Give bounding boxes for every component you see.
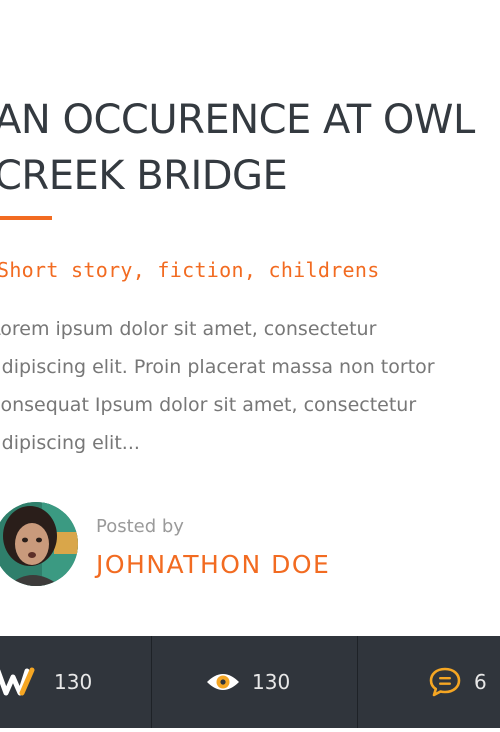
post-categories[interactable]: Short story, fiction, childrens [0,258,380,282]
excerpt-line: adipiscing elit. Proin placerat massa no… [0,356,435,378]
excerpt-line: Lorem ipsum dolor sit amet, consectetur [0,318,377,340]
excerpt-line: consequat Ipsum dolor sit amet, consecte… [0,394,417,416]
author-name-link[interactable]: JOHNATHON DOE [96,550,330,579]
comments-stat[interactable]: 6 [358,636,500,728]
post-card: AN OCCURENCE AT OWL CREEK BRIDGE Short s… [0,0,500,732]
title-accent-divider [0,216,52,220]
post-title[interactable]: AN OCCURENCE AT OWL CREEK BRIDGE [0,92,500,204]
excerpt-line: adipiscing elit... [0,432,140,454]
post-excerpt: Lorem ipsum dolor sit amet, consectetur … [0,310,500,462]
w-logo-icon [0,667,36,697]
post-title-line: CREEK BRIDGE [0,153,288,199]
eye-icon [206,670,240,694]
views-stat[interactable]: 130 [152,636,358,728]
author-avatar[interactable] [0,502,78,586]
likes-stat[interactable]: 130 [0,636,152,728]
post-title-line: AN OCCURENCE AT OWL [0,97,475,143]
views-count: 130 [252,670,291,694]
likes-count: 130 [54,670,93,694]
comment-icon [428,666,462,698]
post-stats-bar: 130 130 6 [0,636,500,728]
comments-count: 6 [474,670,487,694]
posted-by-label: Posted by [96,516,184,537]
